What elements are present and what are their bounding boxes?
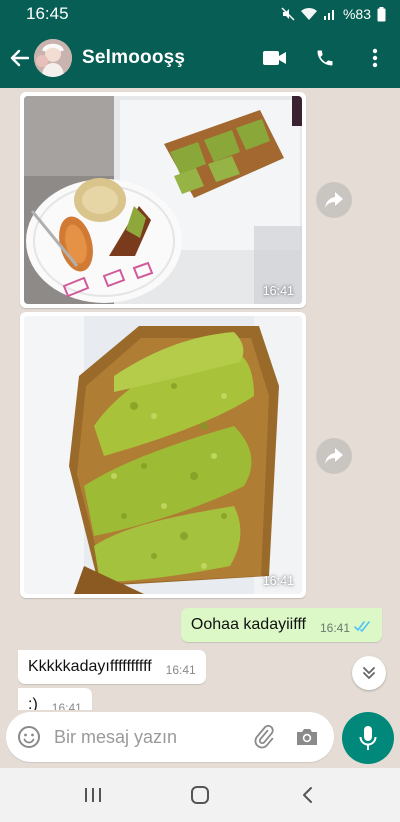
status-bar: 16:45 %83 xyxy=(0,0,400,28)
double-chevron-down-icon xyxy=(363,667,375,679)
image-message[interactable]: 16:41 xyxy=(20,92,306,308)
message-text: Kkkkkadayıffffffffff xyxy=(28,658,152,675)
recent-apps-icon[interactable] xyxy=(63,768,123,822)
scroll-down-button[interactable] xyxy=(352,656,386,690)
message-time: 16:41 xyxy=(51,701,82,710)
emoji-icon[interactable] xyxy=(6,712,52,762)
avatar[interactable] xyxy=(34,39,72,77)
food-photo-kadayif[interactable] xyxy=(24,316,302,594)
message-time: 16:41 xyxy=(319,621,350,635)
camera-icon[interactable] xyxy=(284,712,330,762)
chat-header: Selmoooşş xyxy=(0,28,400,88)
wifi-icon xyxy=(300,7,317,21)
chat-area[interactable]: 16:41 16:41 Oohaa kadayiifff 16:41 Kkkkk… xyxy=(0,88,400,710)
mute-icon xyxy=(281,7,295,21)
incoming-message[interactable]: :) 16:41 xyxy=(18,688,92,710)
back-icon[interactable] xyxy=(277,768,337,822)
contact-name[interactable]: Selmoooşş xyxy=(82,47,185,69)
video-call-icon[interactable] xyxy=(250,28,300,88)
outgoing-message[interactable]: Oohaa kadayiifff 16:41 xyxy=(180,608,382,642)
battery-icon xyxy=(377,6,386,22)
forward-icon[interactable] xyxy=(316,438,352,474)
message-composer[interactable] xyxy=(6,712,334,762)
signal-icon xyxy=(323,7,337,21)
attach-icon[interactable] xyxy=(244,712,284,762)
message-time: 16:41 xyxy=(262,284,294,298)
food-photo-plate[interactable] xyxy=(24,96,302,304)
message-text: :) xyxy=(28,696,38,710)
status-time: 16:45 xyxy=(26,4,69,23)
forward-icon[interactable] xyxy=(316,182,352,218)
message-time: 16:41 xyxy=(165,663,196,677)
message-time: 16:41 xyxy=(262,574,294,588)
phone-icon[interactable] xyxy=(300,28,350,88)
home-icon[interactable] xyxy=(170,768,230,822)
message-text: Oohaa kadayiifff xyxy=(190,616,306,633)
system-nav-bar xyxy=(0,768,400,822)
mic-icon xyxy=(359,726,377,750)
incoming-message[interactable]: Kkkkkadayıffffffffff 16:41 xyxy=(18,650,206,684)
battery-percent: %83 xyxy=(342,6,371,22)
message-input[interactable] xyxy=(54,726,244,748)
input-bar xyxy=(0,710,400,768)
image-message[interactable]: 16:41 xyxy=(20,312,306,598)
mic-button[interactable] xyxy=(342,712,394,764)
read-ticks-icon xyxy=(354,621,372,635)
back-arrow-icon[interactable] xyxy=(2,28,36,88)
more-vert-icon[interactable] xyxy=(350,28,400,88)
status-icons: %83 xyxy=(281,6,386,22)
